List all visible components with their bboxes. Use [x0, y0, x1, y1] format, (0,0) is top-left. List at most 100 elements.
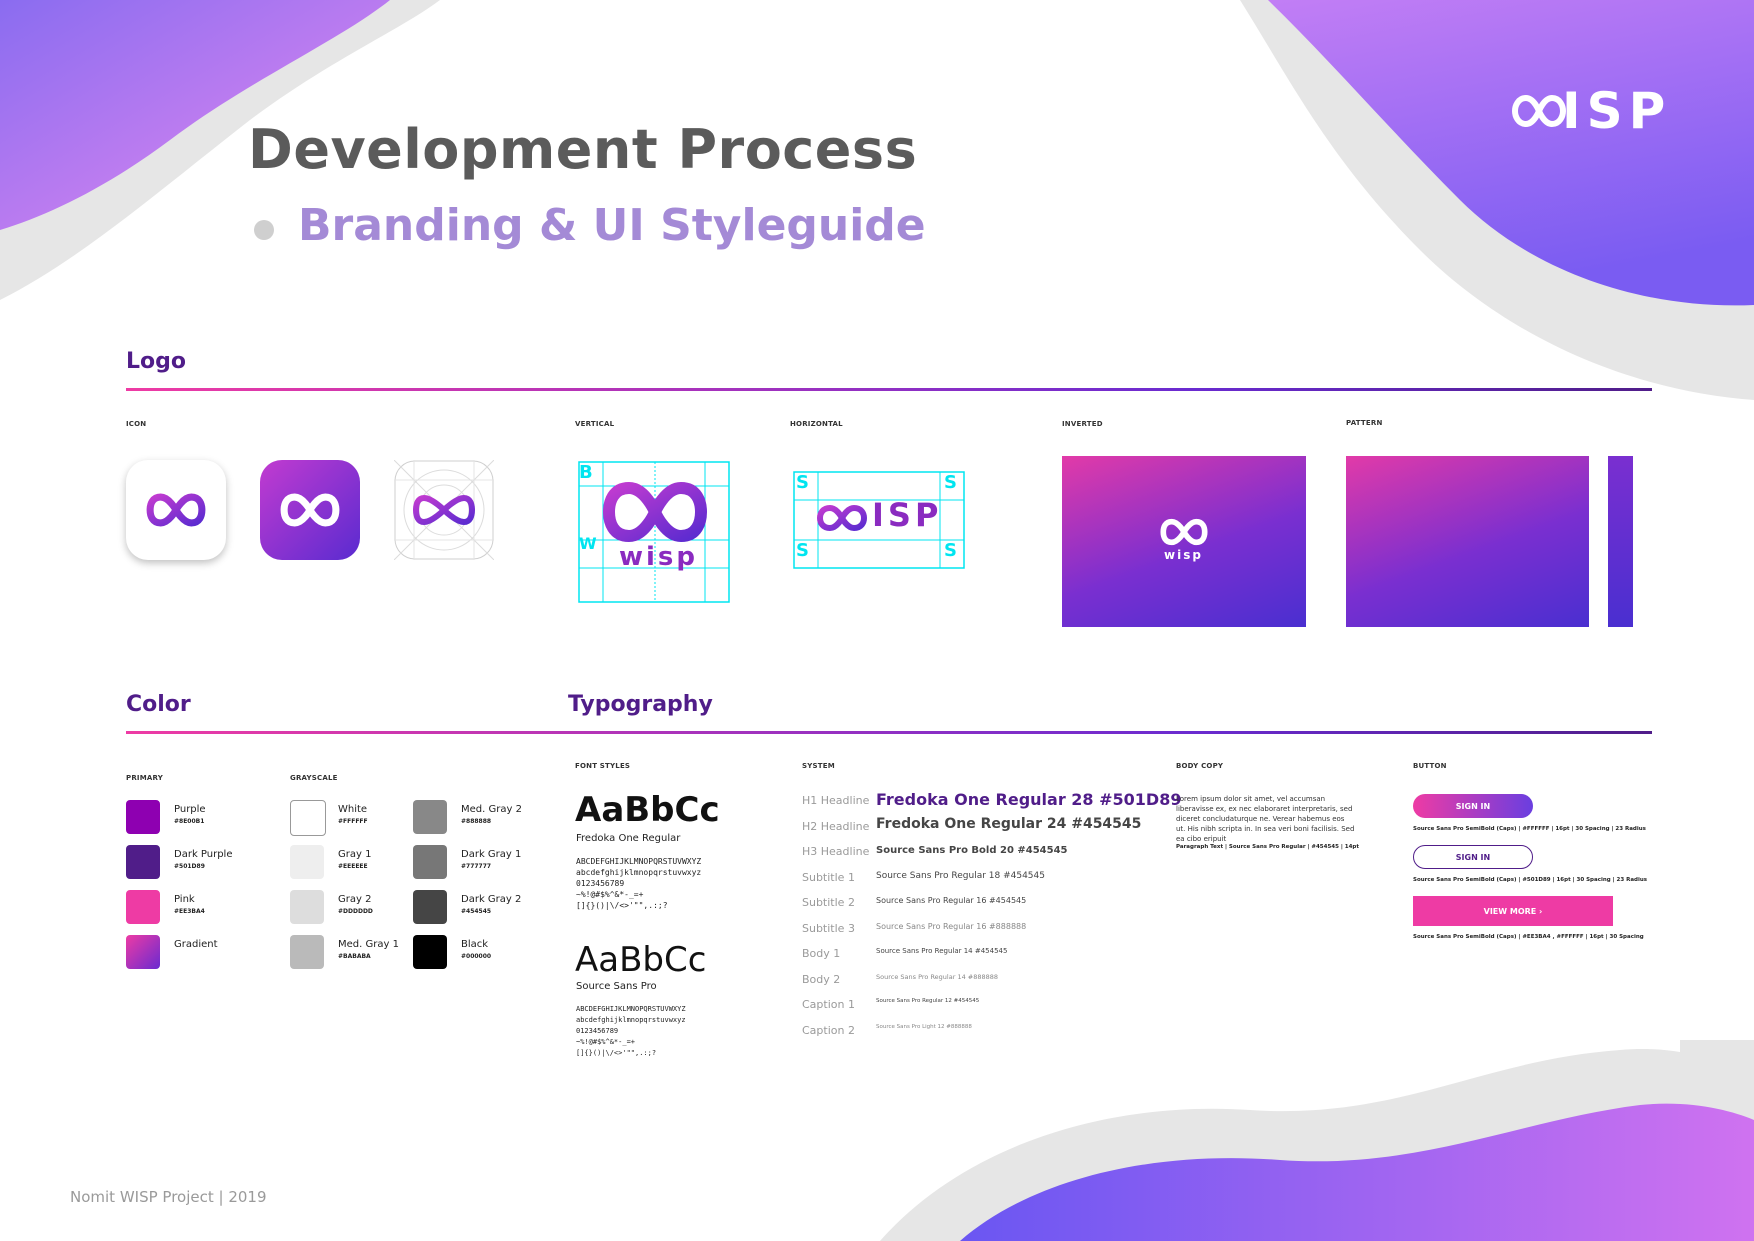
- horizontal-logo: S S S S ISP: [790, 452, 970, 572]
- font1-glyphs: ABCDEFGHIJKLMNOPQRSTUVWXYZ abcdefghijklm…: [576, 857, 702, 910]
- inverted-label: INVERTED: [1062, 420, 1103, 428]
- footer-text: Nomit WISP Project | 2019: [70, 1188, 267, 1206]
- color-swatch-hex: #888888: [461, 818, 492, 825]
- app-icon-gradient: [260, 460, 360, 560]
- system-style-label: Body 2: [802, 972, 841, 986]
- color-swatch-hex: #000000: [461, 953, 492, 960]
- system-style-label: H3 Headline: [802, 845, 870, 858]
- app-icon-grid: [393, 459, 495, 561]
- color-swatch-hex: #EEEEEE: [338, 863, 368, 870]
- font1-name: Fredoka One Regular: [576, 833, 681, 844]
- primary-label: PRIMARY: [126, 774, 163, 782]
- inverted-wordmark: wisp: [1164, 548, 1203, 562]
- color-swatch-name: Dark Gray 1: [461, 849, 522, 860]
- system-style-sample: Source Sans Pro Regular 14 #888888: [876, 972, 999, 981]
- page-subtitle: Branding & UI Styleguide: [298, 200, 926, 251]
- pattern-card: [1346, 456, 1589, 627]
- typography-section-title: Typography: [568, 692, 713, 717]
- color-swatch-hex: #501D89: [174, 863, 205, 870]
- color-swatch: [290, 890, 324, 924]
- system-style-sample: Source Sans Pro Regular 12 #454545: [876, 998, 980, 1004]
- color-swatch-hex: #454545: [461, 908, 492, 915]
- vertical-logo: B W wisp: [575, 450, 735, 610]
- body-copy-label: BODY COPY: [1176, 762, 1224, 770]
- color-swatch: [290, 800, 326, 836]
- bullet-dot: [254, 220, 274, 240]
- system-style-label: H2 Headline: [802, 819, 870, 833]
- sign-in-button-filled[interactable]: SIGN IN: [1413, 794, 1533, 818]
- system-style-label: Body 1: [802, 947, 841, 960]
- pattern-strip: [1608, 456, 1633, 627]
- logo-section-rule: [126, 388, 1652, 391]
- guide-letter-s-br: S: [944, 540, 957, 561]
- color-swatch-hex: #8E00B1: [174, 818, 205, 825]
- color-swatch-name: Med. Gray 2: [461, 804, 522, 815]
- font2-sample: AaBbCc: [575, 940, 707, 980]
- system-style-label: Caption 1: [802, 998, 855, 1011]
- system-label: SYSTEM: [802, 762, 835, 770]
- color-swatch-name: Dark Purple: [174, 849, 233, 860]
- guide-letter-s-tr: S: [944, 472, 957, 493]
- color-swatch-hex: #DDDDDD: [338, 908, 373, 915]
- color-swatch: [290, 935, 324, 969]
- color-swatch-hex: #FFFFFF: [338, 818, 368, 825]
- horizontal-wordmark: ISP: [872, 496, 943, 534]
- body-copy-text: Lorem ipsum dolor sit amet, vel accumsan…: [1176, 795, 1355, 843]
- color-swatch-hex: #EE3BA4: [174, 908, 205, 915]
- color-swatch-hex: #BABABA: [338, 953, 371, 960]
- color-swatch: [126, 935, 160, 969]
- color-swatch-name: Gray 1: [338, 849, 372, 860]
- system-style-sample: Fredoka One Regular 24 #454545: [876, 815, 1142, 832]
- system-style-label: Subtitle 1: [802, 870, 855, 884]
- font2-name: Source Sans Pro: [576, 981, 657, 992]
- system-style-sample: Fredoka One Regular 28 #501D89: [876, 790, 1182, 809]
- color-swatch-name: Black: [461, 939, 489, 950]
- system-style-sample: Source Sans Pro Regular 18 #454545: [876, 870, 1045, 881]
- color-section-title: Color: [126, 692, 191, 717]
- vertical-wordmark: wisp: [619, 542, 699, 572]
- infinity-icon: [280, 493, 340, 527]
- color-swatch: [290, 845, 324, 879]
- color-swatch: [413, 800, 447, 834]
- system-style-label: H1 Headline: [802, 794, 870, 807]
- system-style-label: Caption 2: [802, 1023, 855, 1037]
- color-swatch: [126, 800, 160, 834]
- vertical-label: VERTICAL: [575, 420, 615, 428]
- button-note-filled: Source Sans Pro SemiBold (Caps) | #FFFFF…: [1413, 826, 1646, 832]
- system-style-sample: Source Sans Pro Bold 20 #454545: [876, 845, 1068, 856]
- infinity-icon: [146, 493, 206, 527]
- horizontal-label: HORIZONTAL: [790, 420, 843, 428]
- color-swatch-name: White: [338, 804, 368, 815]
- guide-letter-s-tl: S: [796, 472, 809, 493]
- grayscale-label: GRAYSCALE: [290, 774, 338, 782]
- color-swatch: [126, 890, 160, 924]
- font-styles-label: FONT STYLES: [575, 762, 631, 770]
- color-swatch-name: Med. Gray 1: [338, 939, 399, 950]
- view-more-button[interactable]: VIEW MORE ›: [1413, 896, 1613, 926]
- icon-label: ICON: [126, 420, 147, 428]
- color-typography-rule: [126, 731, 1652, 734]
- system-style-sample: Source Sans Pro Regular 16 #454545: [876, 896, 1027, 905]
- sign-in-button-outline[interactable]: SIGN IN: [1413, 845, 1533, 869]
- guide-letter-s-bl: S: [796, 540, 809, 561]
- font2-glyphs: ABCDEFGHIJKLMNOPQRSTUVWXYZ abcdefghijklm…: [576, 1005, 686, 1057]
- color-swatch: [413, 845, 447, 879]
- color-swatch-hex: #777777: [461, 863, 492, 870]
- system-style-sample: Source Sans Pro Light 12 #888888: [876, 1023, 972, 1030]
- system-style-label: Subtitle 2: [802, 896, 855, 909]
- inverted-logo-card: wisp: [1062, 456, 1306, 627]
- body-copy-note: Paragraph Text | Source Sans Pro Regular…: [1176, 844, 1359, 850]
- button-note-view-more: Source Sans Pro SemiBold (Caps) | #EE3BA…: [1413, 934, 1644, 940]
- guide-letter-b: B: [579, 462, 593, 483]
- system-style-sample: Source Sans Pro Regular 14 #454545: [876, 947, 1008, 955]
- infinity-icon: [1160, 518, 1208, 546]
- button-label: BUTTON: [1413, 762, 1447, 770]
- guide-letter-w: W: [579, 534, 597, 553]
- app-icon-light: [126, 460, 226, 560]
- brand-wordmark: ISP: [1562, 82, 1672, 140]
- color-swatch: [126, 845, 160, 879]
- color-swatch-name: Dark Gray 2: [461, 894, 522, 905]
- button-note-outline: Source Sans Pro SemiBold (Caps) | #501D8…: [1413, 877, 1648, 883]
- system-style-label: Subtitle 3: [802, 921, 855, 935]
- color-swatch: [413, 890, 447, 924]
